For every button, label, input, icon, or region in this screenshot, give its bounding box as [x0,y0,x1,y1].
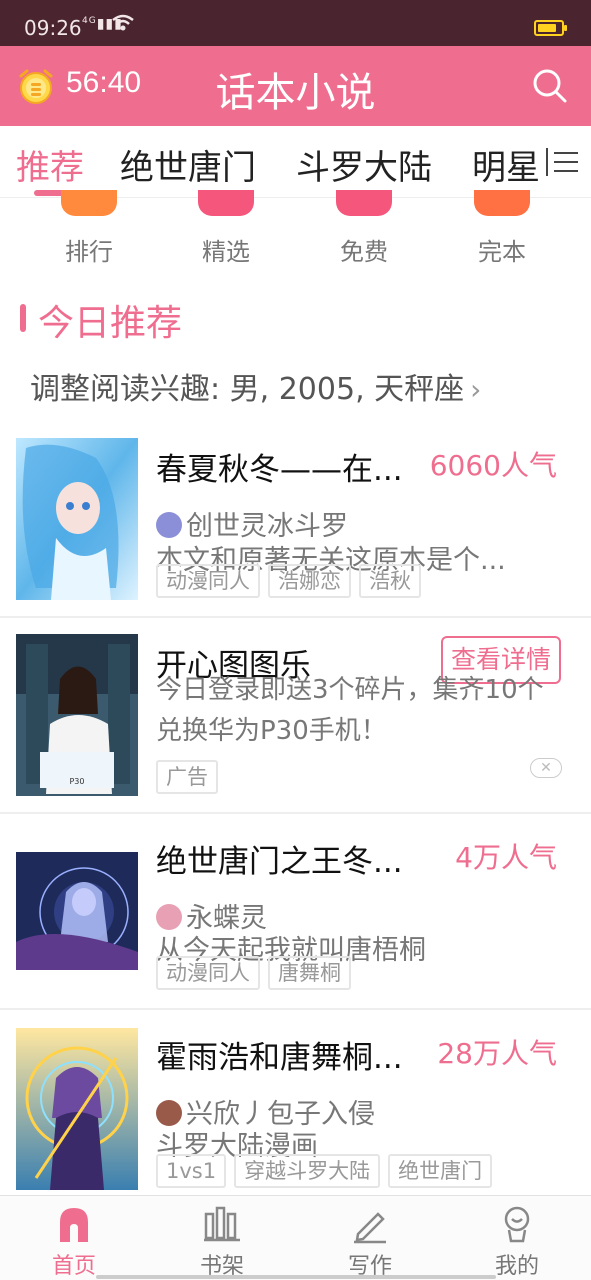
adjust-interest-link[interactable]: 调整阅读兴趣: 男, 2005, 天秤座 › [30,364,481,408]
home-indicator[interactable] [96,1275,496,1279]
tag[interactable]: 绝世唐门 [388,1154,493,1188]
book-title[interactable]: 绝世唐门之王冬... [156,836,416,881]
finished-icon [474,190,530,216]
chevron-right-icon: › [470,373,482,406]
popularity-count: 28万人气 [437,1037,557,1070]
battery-icon [534,20,567,36]
category-label: 精选 [202,238,250,266]
tag-list: 1vs1 穿越斗罗大陆 绝世唐门 [156,1154,493,1188]
book-cover[interactable] [16,852,138,970]
app-header: 56:40 话本小说 [0,46,591,126]
search-icon[interactable] [530,66,570,106]
tag-list: 动漫同人 浩娜恋 浩秋 [156,564,421,598]
bookshelf-icon [202,1204,242,1244]
tag[interactable]: 1vs1 [156,1154,227,1188]
tab-celebrity[interactable]: 明星 [472,140,540,189]
profile-icon [497,1204,537,1244]
tag[interactable]: 动漫同人 [156,956,260,990]
ad-item[interactable]: P30 开心图图乐 查看详情 今日登录即送3个碎片，集齐10个兑换华为P30手机… [0,618,591,814]
interest-text: 调整阅读兴趣: 男, 2005, 天秤座 [30,372,465,407]
tab-recommend[interactable]: 推荐 [16,140,84,189]
avatar [156,512,182,538]
ad-image[interactable]: P30 [16,634,138,796]
category-label: 完本 [478,238,526,266]
ranking-icon [61,190,117,216]
tag[interactable]: 浩秋 [359,564,421,598]
quick-categories: 排行 精选 免费 完本 [0,190,591,278]
category-label: 免费 [340,238,388,266]
network-type: 4G [82,16,97,26]
page-title: 话本小说 [215,70,376,116]
avatar [156,904,182,930]
ad-badge: 广告 [156,760,218,794]
nav-bookshelf[interactable]: 书架 [148,1196,296,1280]
svg-text:P30: P30 [69,777,84,786]
free-icon [336,190,392,216]
nav-writing[interactable]: 写作 [296,1196,444,1280]
section-accent-bar [20,304,26,332]
close-icon[interactable]: ✕ [530,758,562,778]
category-label: 排行 [65,238,113,266]
nav-home[interactable]: 首页 [0,1196,148,1280]
tag[interactable]: 唐舞桐 [268,956,351,990]
tab-jueshi-tangmen[interactable]: 绝世唐门 [120,140,256,189]
tag-list: 动漫同人 唐舞桐 [156,956,351,990]
book-title[interactable]: 春夏秋冬——在... [156,444,406,489]
bottom-navigation: 首页 书架 写作 我的 [0,1195,591,1280]
book-item[interactable]: 霍雨浩和唐舞桐... 28万人气 兴欣丿包子入侵 斗罗大陆漫画 1vs1 穿越斗… [0,1010,591,1195]
avatar [156,1100,182,1126]
book-title[interactable]: 霍雨浩和唐舞桐... [156,1032,416,1077]
tag[interactable]: 动漫同人 [156,564,260,598]
category-tabs: 推荐 绝世唐门 斗罗大陆 明星 [0,126,591,198]
popularity-count: 6060人气 [429,449,557,482]
pen-icon [350,1204,390,1244]
book-cover[interactable] [16,1028,138,1190]
menu-icon[interactable] [548,144,584,180]
book-cover[interactable] [16,438,138,600]
ad-description: 今日登录即送3个碎片，集齐10个兑换华为P30手机！ [156,675,544,746]
tag-list: 广告 [156,760,218,794]
popularity-count: 4万人气 [455,841,557,874]
featured-icon [198,190,254,216]
tag[interactable]: 浩娜恋 [268,564,351,598]
tag[interactable]: 穿越斗罗大陆 [234,1154,381,1188]
book-item[interactable]: 春夏秋冬——在... 6060人气 创世灵冰斗罗 本文和原著无关这原本是个...… [0,420,591,618]
nav-profile[interactable]: 我的 [443,1196,591,1280]
home-icon [54,1204,94,1244]
status-time: 09:26 [24,16,82,40]
battery-level [538,24,556,32]
status-bar: 09:26 4G▮▮▮ [0,0,591,46]
section-title: 今日推荐 [38,303,183,344]
book-item[interactable]: 绝世唐门之王冬... 4万人气 永蝶灵 从今天起我就叫唐梧桐 动漫同人 唐舞桐 [0,814,591,1010]
wifi-icon [112,14,134,37]
tab-douluo-dalu[interactable]: 斗罗大陆 [296,140,432,189]
